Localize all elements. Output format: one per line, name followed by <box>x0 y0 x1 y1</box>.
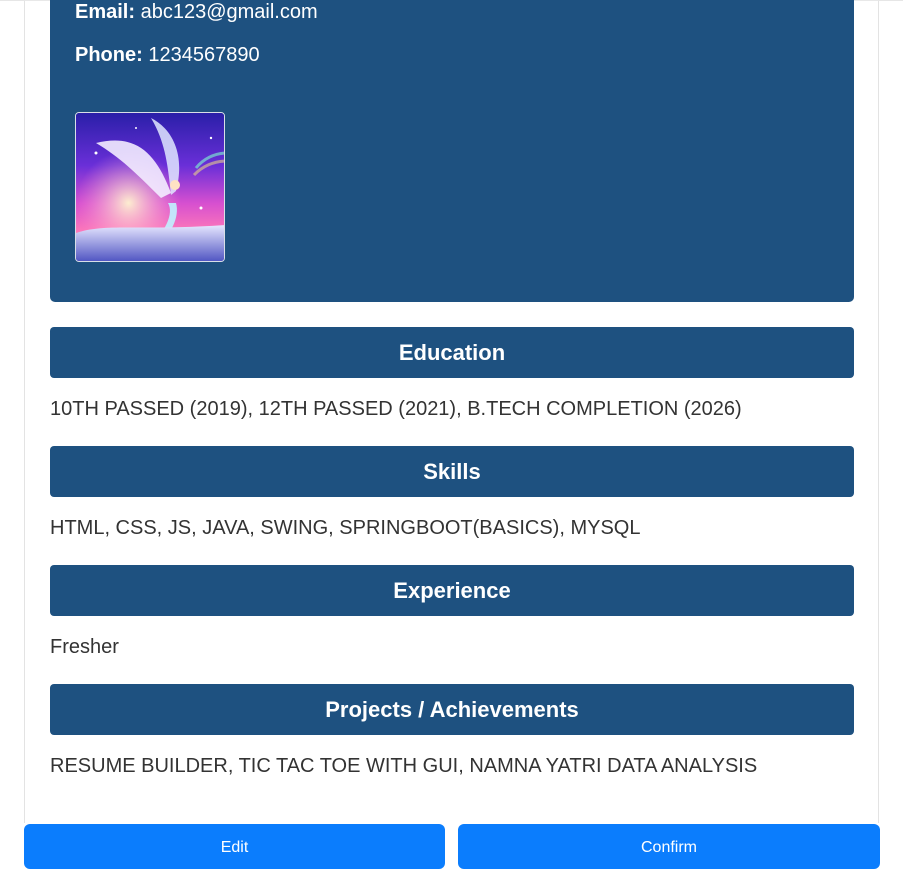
projects-content: RESUME BUILDER, TIC TAC TOE WITH GUI, NA… <box>50 755 758 777</box>
experience-content: Fresher <box>50 636 119 658</box>
edit-button[interactable]: Edit <box>24 824 445 869</box>
email-row: Email: abc123@gmail.com <box>75 0 318 24</box>
phone-label: Phone: <box>75 44 143 66</box>
experience-heading: Experience <box>50 565 854 616</box>
angel-artwork-image <box>76 113 224 261</box>
education-heading: Education <box>50 327 854 378</box>
phone-row: Phone: 1234567890 <box>75 43 260 67</box>
education-content: 10TH PASSED (2019), 12TH PASSED (2021), … <box>50 398 742 420</box>
personal-info-panel: Email: abc123@gmail.com Phone: 123456789… <box>50 0 854 302</box>
projects-heading: Projects / Achievements <box>50 684 854 735</box>
email-value: abc123@gmail.com <box>140 1 318 23</box>
skills-content: HTML, CSS, JS, JAVA, SWING, SPRINGBOOT(B… <box>50 517 641 539</box>
resume-preview-page: Email: abc123@gmail.com Phone: 123456789… <box>0 0 903 892</box>
profile-photo <box>75 112 225 262</box>
phone-value: 1234567890 <box>148 44 260 66</box>
email-label: Email: <box>75 1 136 23</box>
skills-heading: Skills <box>50 446 854 497</box>
confirm-button[interactable]: Confirm <box>458 824 880 869</box>
